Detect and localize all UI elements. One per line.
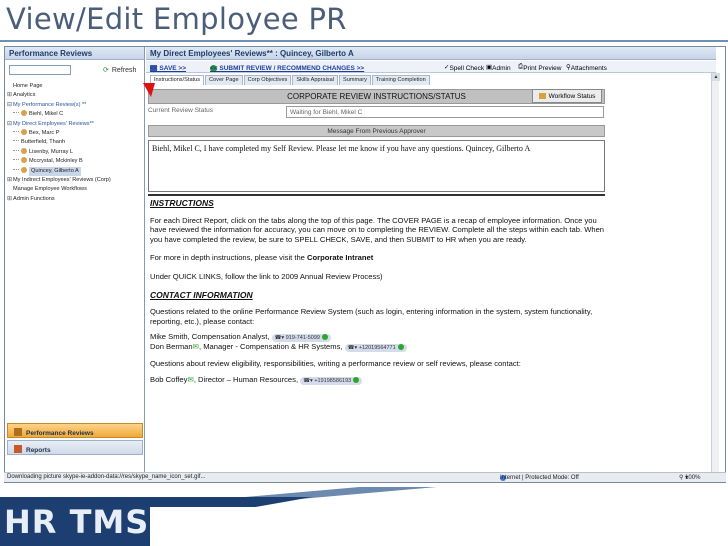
tab-bar: Instructions/Status Cover Page Corp Object… <box>150 75 431 85</box>
nav-header: Performance Reviews <box>5 47 144 60</box>
person-icon <box>21 147 27 154</box>
status-text: Downloading picture skype-ie-addon-data:… <box>7 474 206 480</box>
contact-item-1: Mike Smith, Compensation Analyst, ☎▾ 919… <box>150 332 610 343</box>
nav-item-lisenby[interactable]: Lisenby, Murray L <box>7 147 143 157</box>
tab-training-completion[interactable]: Training Completion <box>371 75 430 85</box>
zoom-level[interactable]: ⚲ 100% ▾ <box>679 474 700 481</box>
nav-item-home[interactable]: Home Page <box>7 82 143 91</box>
nav-item-butterfield[interactable]: Butterfield, Thanh <box>7 138 143 147</box>
logo-text: HR TMS <box>4 503 150 541</box>
contact-item-3: Bob Coffey✉, Director – Human Resources,… <box>150 375 610 385</box>
workflow-status-button[interactable]: Workflow Status <box>532 89 602 103</box>
nav-item-my-reviews[interactable]: ⊟My Performance Review(s) ** <box>7 101 143 110</box>
decorative-swoosh <box>150 497 450 507</box>
skype-phone-badge[interactable]: ☎▾ 919-741-5099 <box>271 334 331 343</box>
slide-title: View/Edit Employee PR <box>6 2 347 36</box>
toolbar: << SAVE >> << SUBMIT REVIEW / RECOMMEND … <box>146 61 716 73</box>
instructions-heading: INSTRUCTIONS <box>150 198 214 208</box>
tab-summary[interactable]: Summary <box>338 75 371 85</box>
contact-heading: CONTACT INFORMATION <box>150 289 253 300</box>
tab-corp-objectives[interactable]: Corp Objectives <box>243 75 292 85</box>
main-header: My Direct Employees' Reviews** : Quincey… <box>146 47 716 60</box>
instructions-paragraph-1: For each Direct Report, click on the tab… <box>150 215 605 244</box>
skype-phone-badge[interactable]: ☎▾ +19198586193 <box>300 376 363 385</box>
contact-paragraph-2: Questions about review eligibility, resp… <box>150 359 521 369</box>
attachments-button[interactable]: ⚲ Attachments <box>566 63 607 72</box>
app-window: Performance Reviews ⟳ Refresh Home Page ⊞… <box>4 46 726 483</box>
divider <box>148 194 605 196</box>
content-area: CORPORATE REVIEW INSTRUCTIONS/STATUS Wor… <box>146 87 711 482</box>
instructions-paragraph-3: Under QUICK LINKS, follow the link to 20… <box>150 271 383 281</box>
tab-instructions[interactable]: Instructions/Status <box>150 75 205 85</box>
nav-search-input[interactable] <box>9 65 71 75</box>
nav-item-mccrystal[interactable]: Mccrystal, Mckinley B <box>7 157 143 166</box>
tab-skills-appraisal[interactable]: Skills Appraisal <box>292 75 338 85</box>
admin-button[interactable]: ▣ Admin <box>486 63 511 72</box>
tab-cover-page[interactable]: Cover Page <box>205 75 243 85</box>
nav-item-direct-reviews[interactable]: ⊟My Direct Employees' Reviews** <box>7 120 143 129</box>
logo-banner: HR TMS <box>0 497 150 546</box>
skype-phone-badge[interactable]: ☎▾ +12019564771 <box>344 344 407 353</box>
browser-status-bar: Downloading picture skype-ie-addon-data:… <box>4 472 726 482</box>
title-rule <box>0 40 728 42</box>
nav-item-admin-functions[interactable]: ⊞Admin Functions <box>7 195 143 204</box>
person-icon <box>21 166 27 173</box>
nav-item-bex[interactable]: Bex, Marc P <box>7 128 143 138</box>
instructions-paragraph-2: For more in depth instructions, please v… <box>150 253 374 263</box>
print-preview-button[interactable]: ⎙ Print Preview <box>518 63 562 72</box>
spell-check-button[interactable]: ✓ Spell Check <box>444 63 484 72</box>
contact-item-2: Don Berman✉, Manager - Compensation & HR… <box>150 342 610 353</box>
message-heading: Message From Previous Approver <box>148 125 605 137</box>
main-panel: My Direct Employees' Reviews** : Quincey… <box>146 47 720 482</box>
workflow-icon <box>538 93 546 99</box>
person-icon <box>21 110 27 117</box>
nav-item-indirect-reviews[interactable]: ⊞My Indirect Employees' Reviews (Corp) <box>7 176 143 185</box>
left-nav: Performance Reviews ⟳ Refresh Home Page ⊞… <box>5 47 145 482</box>
person-icon <box>21 157 27 164</box>
reviews-icon <box>14 428 22 436</box>
refresh-icon: ⟳ <box>103 67 109 74</box>
reports-icon <box>14 445 22 453</box>
nav-item-manage-workflows[interactable]: Manage Employee Workflows <box>7 185 143 194</box>
message-box[interactable]: Biehl, Mikel C, I have completed my Self… <box>148 140 605 192</box>
nav-item-analytics[interactable]: ⊞Analytics <box>7 91 143 100</box>
contact-paragraph-1: Questions related to the online Performa… <box>150 307 593 326</box>
nav-tree: Home Page ⊞Analytics ⊟My Performance Rev… <box>7 82 143 204</box>
vertical-scrollbar[interactable]: ▲▼ <box>711 73 720 482</box>
person-icon <box>21 128 27 135</box>
current-status-field: Waiting for Biehl, Mikel C <box>286 106 604 118</box>
instructions-body: INSTRUCTIONS For each Direct Report, cli… <box>150 198 610 385</box>
nav-performance-reviews-button[interactable]: Performance Reviews <box>7 423 143 438</box>
refresh-button[interactable]: ⟳ Refresh <box>103 66 136 74</box>
nav-reports-button[interactable]: Reports <box>7 440 143 455</box>
slide: View/Edit Employee PR Performance Review… <box>0 0 728 546</box>
nav-item-biehl[interactable]: Biehl, Mikel C <box>7 110 143 119</box>
refresh-label: Refresh <box>111 67 137 74</box>
corporate-intranet-link[interactable]: Corporate Intranet <box>307 253 373 262</box>
scroll-up-arrow-icon[interactable]: ▲ <box>712 73 720 81</box>
mouse-cursor-icon <box>143 83 155 97</box>
current-status-label: Current Review Status <box>148 107 214 114</box>
nav-item-quincey[interactable]: Quincey, Gilberto A <box>7 166 143 176</box>
